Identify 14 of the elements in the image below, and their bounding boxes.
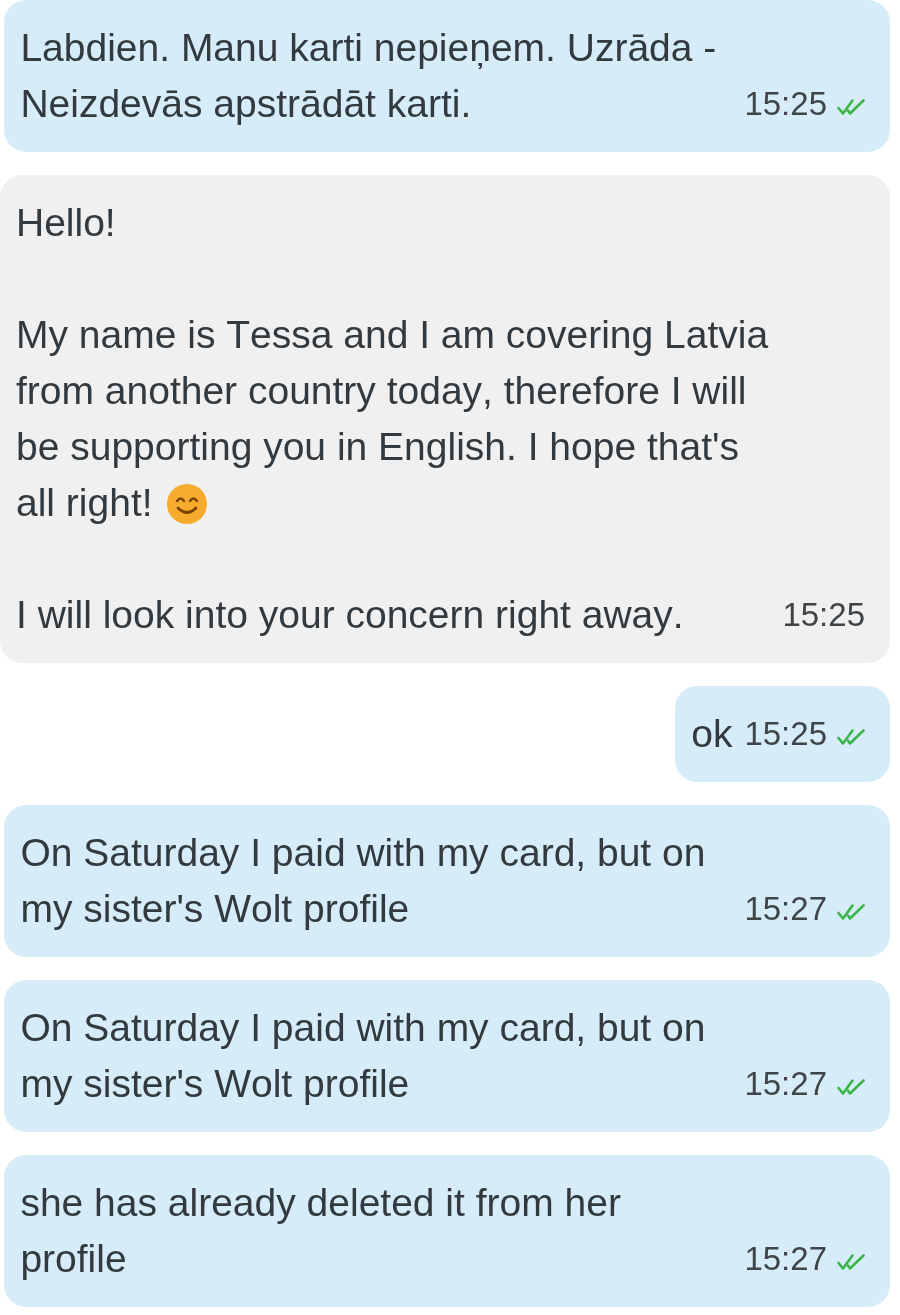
message-text: I will look into your concern right away. xyxy=(16,593,684,636)
message-text: she has already deleted it from her profile xyxy=(20,1181,621,1280)
message-text: Labdien. Manu karti nepieņem. Uzrāda - Neizdevās apstrādāt karti. xyxy=(20,26,717,125)
message-time: 15:25 xyxy=(782,595,865,635)
message-time: 15:25 xyxy=(744,84,827,124)
message-text: On Saturday I paid with my card, but on my sister's Wolt profile xyxy=(20,1006,706,1105)
message-time: 15:27 xyxy=(744,889,827,929)
message-text: Hello! xyxy=(16,201,116,244)
message-text: On Saturday I paid with my card, but on my sister's Wolt profile xyxy=(20,831,706,930)
message-text: My name is Tessa and I am covering Latvia from another country today, therefore I will be supporting you in English. I hope that's all right! xyxy=(16,313,769,524)
message-time: 15:27 xyxy=(744,1064,827,1104)
message-time: 15:27 xyxy=(744,1239,827,1279)
message-text: ok xyxy=(691,712,733,755)
message-time: 15:25 xyxy=(744,714,827,754)
